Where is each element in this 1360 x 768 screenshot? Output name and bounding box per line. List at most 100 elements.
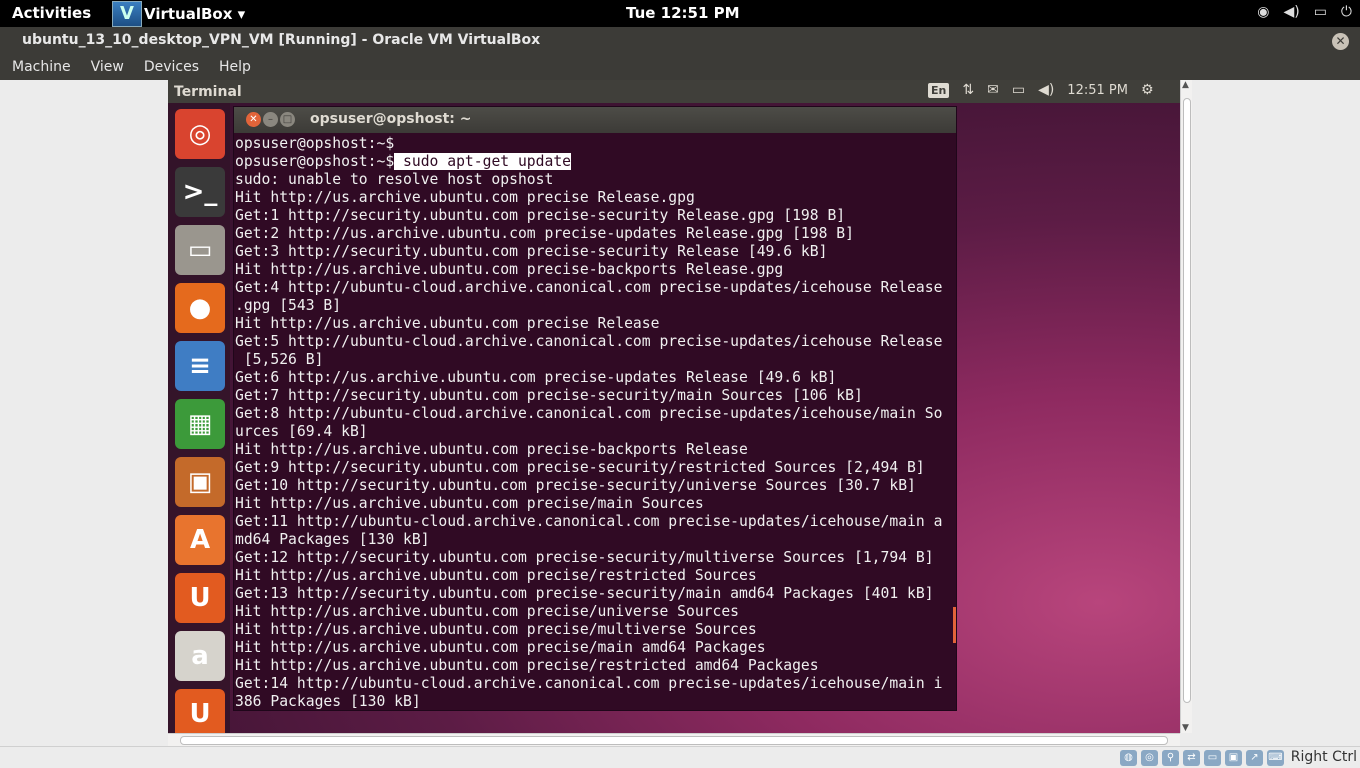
output-line: Get:9 http://security.ubuntu.com precise…	[235, 459, 925, 476]
command-line: opsuser@opshost:~$ sudo apt-get update	[235, 153, 956, 171]
horizontal-scroll-thumb[interactable]	[180, 736, 1168, 745]
guest-clock[interactable]: 12:51 PM	[1067, 83, 1128, 98]
software-center-icon[interactable]: A	[175, 515, 225, 565]
output-line: Get:3 http://security.ubuntu.com precise…	[235, 243, 828, 260]
menu-view[interactable]: View	[91, 55, 124, 80]
mouse-integration-icon[interactable]: ↗	[1246, 750, 1263, 766]
menu-devices[interactable]: Devices	[144, 55, 199, 80]
output-line: Hit http://us.archive.ubuntu.com precise…	[235, 567, 757, 584]
wifi-icon[interactable]: ◉	[1257, 4, 1269, 20]
ubuntu-one-music-icon[interactable]: U	[175, 689, 225, 733]
libreoffice-writer-icon-glyph: ≡	[189, 351, 211, 381]
libreoffice-writer-icon[interactable]: ≡	[175, 341, 225, 391]
vertical-scroll-thumb[interactable]	[1183, 98, 1191, 703]
terminal-maximize-button[interactable]: □	[280, 112, 295, 127]
output-line: Get:5 http://ubuntu-cloud.archive.canoni…	[235, 333, 943, 350]
output-line: sudo: unable to resolve host opshost	[235, 171, 554, 188]
guest-display[interactable]: Terminal En ⇅ ✉ ▭ ◀) 12:51 PM ⚙ ◎ >_ ▭ ● ≡ ▦ ▣…	[168, 80, 1180, 733]
host-top-bar: Activities V VirtualBox ▾ Tue 12:51 PM ◉…	[0, 0, 1360, 27]
output-line: Get:13 http://security.ubuntu.com precis…	[235, 585, 934, 602]
terminal-minimize-button[interactable]: –	[263, 112, 278, 127]
battery-icon[interactable]: ▭	[1314, 4, 1327, 20]
terminal-icon-glyph: >_	[182, 177, 218, 207]
guest-top-panel: Terminal En ⇅ ✉ ▭ ◀) 12:51 PM ⚙	[168, 80, 1180, 103]
terminal-titlebar: ✕ – □ opsuser@opshost: ~	[234, 107, 956, 133]
host-clock[interactable]: Tue 12:51 PM	[626, 4, 740, 22]
system-tray: ◉ ◀) ▭ ⏻	[1257, 4, 1352, 20]
network-updown-icon[interactable]: ⇅	[962, 82, 974, 98]
ubuntu-dash-icon[interactable]: ◎	[175, 109, 225, 159]
terminal-close-button[interactable]: ✕	[246, 112, 261, 127]
mail-icon[interactable]: ✉	[987, 82, 999, 98]
output-line: Get:7 http://security.ubuntu.com precise…	[235, 387, 863, 404]
output-line: .gpg [543 B]	[235, 297, 342, 314]
app-menu[interactable]: V VirtualBox ▾	[112, 0, 245, 27]
output-line: Hit http://us.archive.ubuntu.com precise…	[235, 657, 819, 674]
optical-drive-icon[interactable]: ◎	[1141, 750, 1158, 766]
volume-icon[interactable]: ◀)	[1283, 4, 1299, 20]
volume-icon[interactable]: ◀)	[1038, 82, 1054, 98]
battery-icon[interactable]: ▭	[1012, 82, 1025, 98]
ubuntu-one-icon[interactable]: U	[175, 573, 225, 623]
scroll-down-arrow-icon[interactable]: ▼	[1182, 723, 1189, 733]
output-line: Get:8 http://ubuntu-cloud.archive.canoni…	[235, 405, 943, 422]
output-line: Hit http://us.archive.ubuntu.com precise…	[235, 261, 784, 278]
amazon-icon[interactable]: a	[175, 631, 225, 681]
output-line: Hit http://us.archive.ubuntu.com precise…	[235, 189, 695, 206]
vertical-scrollbar[interactable]: ▲ ▼	[1180, 80, 1192, 733]
usb-icon[interactable]: ⚲	[1162, 750, 1179, 766]
guest-app-title: Terminal	[174, 84, 242, 100]
gear-icon[interactable]: ⚙	[1141, 82, 1154, 98]
output-line: [5,526 B]	[235, 351, 324, 368]
keyboard-capture-icon[interactable]: ⌨	[1267, 750, 1284, 766]
output-line: 386 Packages [130 kB]	[235, 693, 421, 710]
display-icon[interactable]: ▣	[1225, 750, 1242, 766]
unity-launcher: ◎ >_ ▭ ● ≡ ▦ ▣ A Ua U	[168, 103, 230, 733]
network-icon[interactable]: ⇄	[1183, 750, 1200, 766]
guest-indicators: En ⇅ ✉ ▭ ◀) 12:51 PM ⚙	[928, 82, 1154, 98]
output-line: Get:4 http://ubuntu-cloud.archive.canoni…	[235, 279, 943, 296]
vbox-window-titlebar: ubuntu_13_10_desktop_VPN_VM [Running] - …	[0, 27, 1360, 55]
output-line: Hit http://us.archive.ubuntu.com precise…	[235, 639, 766, 656]
close-window-button[interactable]: ✕	[1332, 33, 1349, 50]
power-icon[interactable]: ⏻	[1341, 4, 1352, 20]
output-line: Get:10 http://security.ubuntu.com precis…	[235, 477, 916, 494]
terminal-scroll-indicator[interactable]	[953, 607, 956, 643]
output-line: Get:11 http://ubuntu-cloud.archive.canon…	[235, 513, 943, 530]
libreoffice-calc-icon-glyph: ▦	[187, 409, 213, 439]
libreoffice-impress-icon[interactable]: ▣	[175, 457, 225, 507]
output-line: Get:1 http://security.ubuntu.com precise…	[235, 207, 846, 224]
output-line: Get:14 http://ubuntu-cloud.archive.canon…	[235, 675, 943, 692]
terminal-icon[interactable]: >_	[175, 167, 225, 217]
prompt-line: opsuser@opshost:~$	[235, 135, 956, 153]
shared-folders-icon[interactable]: ▭	[1204, 750, 1221, 766]
hard-disk-icon[interactable]: ◍	[1120, 750, 1137, 766]
output-line: Hit http://us.archive.ubuntu.com precise…	[235, 441, 748, 458]
terminal-window[interactable]: ✕ – □ opsuser@opshost: ~ opsuser@opshost…	[233, 106, 957, 711]
vbox-status-bar: ◍ ◎ ⚲ ⇄ ▭ ▣ ↗ ⌨ Right Ctrl	[0, 746, 1360, 768]
firefox-icon[interactable]: ●	[175, 283, 225, 333]
output-lines: sudo: unable to resolve host opshost Hit …	[235, 171, 956, 710]
scroll-up-arrow-icon[interactable]: ▲	[1182, 80, 1189, 90]
output-line: urces [69.4 kB]	[235, 423, 368, 440]
output-line: Hit http://us.archive.ubuntu.com precise…	[235, 495, 704, 512]
terminal-output[interactable]: opsuser@opshost:~$ opsuser@opshost:~$ su…	[234, 133, 956, 710]
prompt-text: opsuser@opshost:~$	[235, 135, 395, 152]
ubuntu-one-icon-glyph: U	[189, 583, 211, 613]
terminal-title: opsuser@opshost: ~	[310, 111, 472, 127]
files-icon[interactable]: ▭	[175, 225, 225, 275]
keyboard-layout-indicator[interactable]: En	[928, 82, 950, 98]
activities-button[interactable]: Activities	[12, 4, 91, 22]
menu-machine[interactable]: Machine	[12, 55, 71, 80]
horizontal-scrollbar[interactable]	[168, 733, 1180, 746]
amazon-icon-glyph: a	[191, 641, 209, 671]
status-icons: ◍ ◎ ⚲ ⇄ ▭ ▣ ↗ ⌨	[1120, 750, 1284, 766]
software-center-icon-glyph: A	[189, 525, 211, 555]
ubuntu-dash-icon-glyph: ◎	[188, 119, 212, 149]
libreoffice-impress-icon-glyph: ▣	[187, 467, 213, 497]
libreoffice-calc-icon[interactable]: ▦	[175, 399, 225, 449]
output-line: Hit http://us.archive.ubuntu.com precise…	[235, 315, 660, 332]
virtualbox-logo-icon: V	[112, 0, 142, 27]
menu-help[interactable]: Help	[219, 55, 251, 80]
selected-command[interactable]: sudo apt-get update	[394, 153, 572, 170]
